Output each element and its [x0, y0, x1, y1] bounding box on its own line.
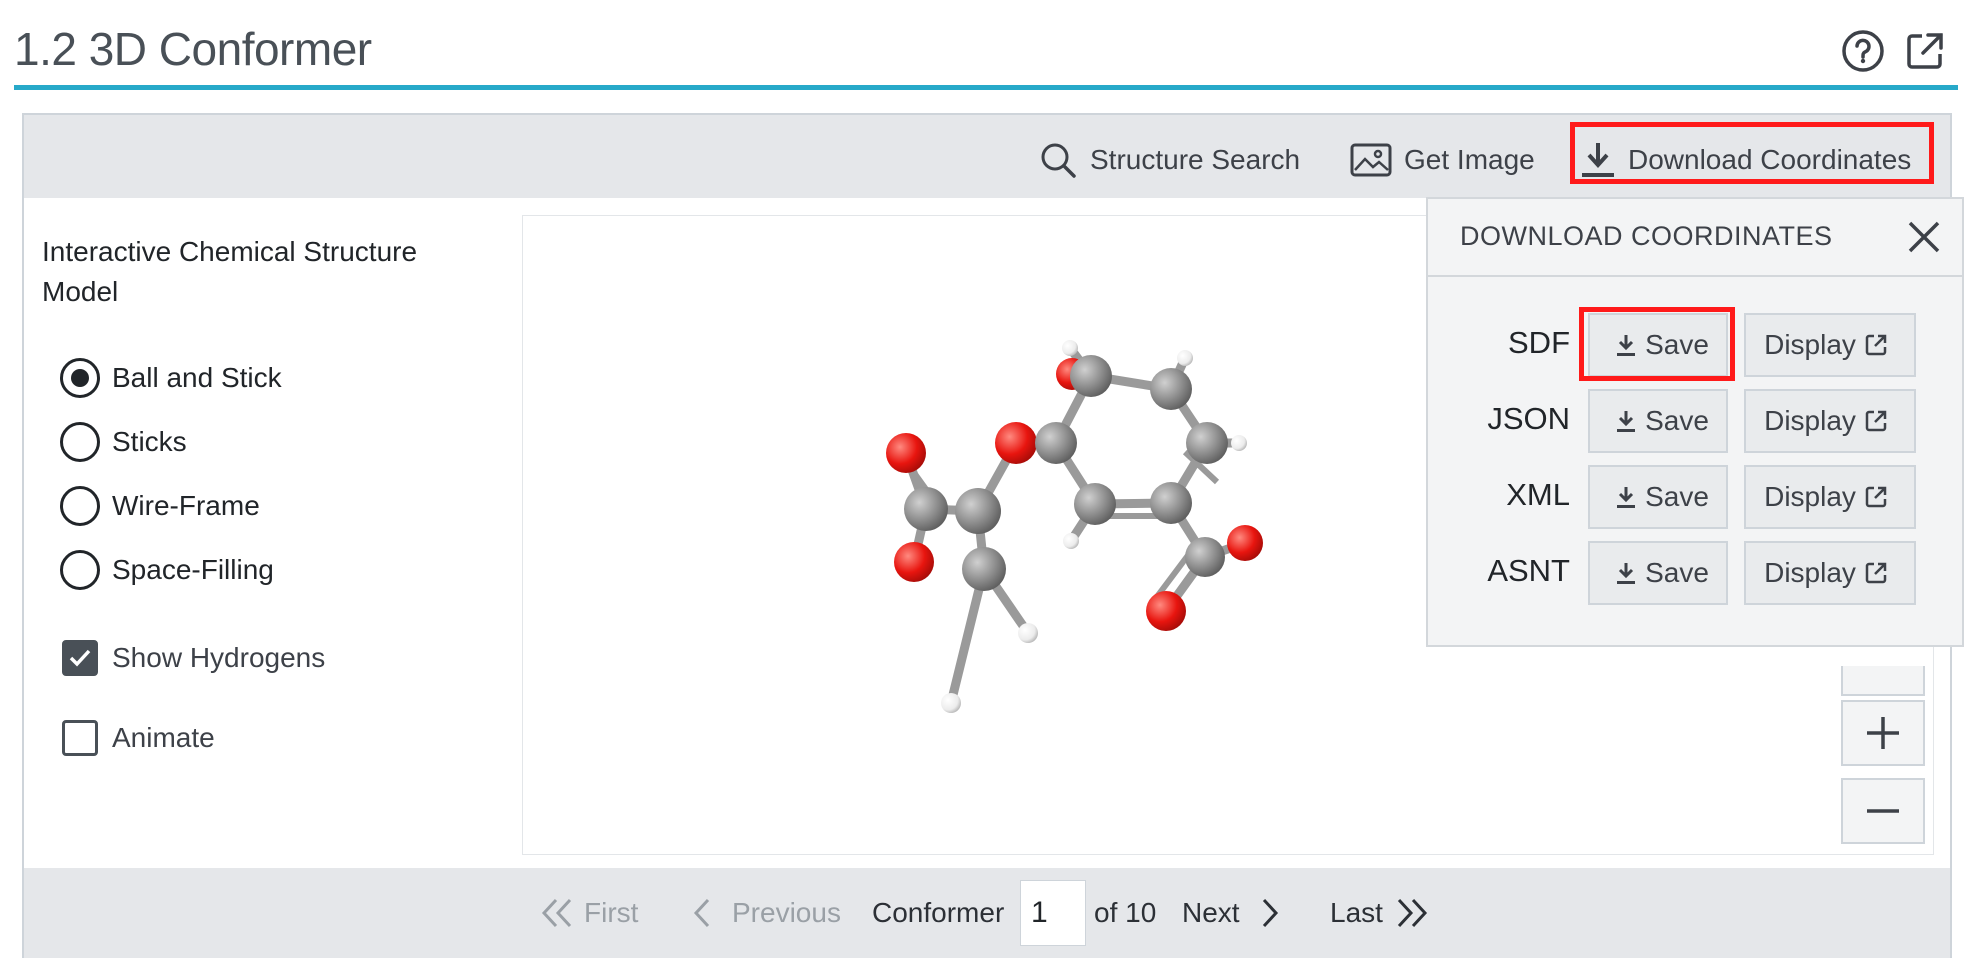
atoms	[886, 340, 1263, 713]
format-label: XML	[1506, 477, 1570, 512]
format-label: SDF	[1508, 325, 1570, 360]
first-label: First	[584, 897, 639, 928]
get-image-label: Get Image	[1404, 144, 1535, 175]
download-icon	[1617, 335, 1636, 356]
radio-wire-frame[interactable]: Wire-Frame	[60, 486, 260, 526]
save-label: Save	[1645, 329, 1709, 360]
double-chevron-right-icon	[1397, 898, 1427, 928]
get-image-button[interactable]: Get Image	[1350, 137, 1535, 183]
radio-space-filling[interactable]: Space-Filling	[60, 550, 274, 590]
search-icon	[1041, 143, 1076, 178]
external-link-icon[interactable]	[1902, 28, 1948, 74]
display-label: Display	[1764, 481, 1856, 512]
display-button[interactable]: Display	[1744, 313, 1916, 377]
previous-button[interactable]: Previous	[690, 868, 841, 958]
checkbox-label: Show Hydrogens	[112, 642, 326, 673]
show-hydrogens-checkbox[interactable]: Show Hydrogens	[62, 638, 325, 678]
radio-label: Wire-Frame	[112, 490, 260, 521]
image-icon	[1350, 143, 1392, 177]
download-icon	[1617, 487, 1636, 508]
format-row-sdf: SDF Save Display	[1428, 313, 1962, 379]
radio-label: Sticks	[112, 426, 187, 457]
radio-button[interactable]	[60, 486, 100, 526]
help-circle-icon[interactable]	[1840, 28, 1886, 74]
checkmark-icon	[69, 649, 91, 667]
conformer-pager: First Previous Conformer 1 of 10 Next La…	[24, 868, 1950, 958]
download-coordinates-button[interactable]: Download Coordinates	[1580, 137, 1911, 183]
download-icon	[1582, 143, 1614, 177]
zoom-out-button[interactable]	[1841, 778, 1925, 844]
format-row-xml: XML Save Display	[1428, 465, 1962, 531]
display-options-panel: Interactive Chemical Structure Model Bal…	[24, 198, 524, 868]
double-chevron-left-icon	[541, 898, 572, 928]
display-label: Display	[1764, 405, 1856, 436]
first-button[interactable]: First	[540, 868, 638, 958]
section-title: 1.2 3D Conformer	[14, 23, 372, 75]
structure-search-button[interactable]: Structure Search	[1038, 137, 1300, 183]
download-coordinates-popup: DOWNLOAD COORDINATES SDF Save Display JS…	[1426, 197, 1964, 647]
conformer-label: Conformer	[872, 897, 1005, 928]
checkbox[interactable]	[62, 720, 98, 756]
bonds	[901, 343, 1250, 708]
double-bonds	[899, 449, 1220, 600]
save-button[interactable]: Save	[1588, 313, 1728, 377]
last-button[interactable]: Last	[1330, 868, 1429, 958]
external-link-icon	[1865, 410, 1887, 432]
external-link-icon	[1865, 486, 1887, 508]
conformer-number-input[interactable]: 1	[1020, 880, 1086, 946]
popup-header: DOWNLOAD COORDINATES	[1428, 199, 1962, 277]
radio-button[interactable]	[60, 422, 100, 462]
format-row-json: JSON Save Display	[1428, 389, 1962, 455]
save-button[interactable]: Save	[1588, 465, 1728, 529]
section-header: 1.2 3D Conformer	[14, 0, 1958, 90]
last-label: Last	[1330, 897, 1383, 928]
chevron-left-icon	[693, 898, 710, 928]
download-icon	[1617, 563, 1636, 584]
save-label: Save	[1645, 405, 1709, 436]
panel-title: Interactive Chemical Structure Model	[42, 236, 418, 307]
radio-sticks[interactable]: Sticks	[60, 422, 187, 462]
chevron-right-icon	[1262, 898, 1278, 928]
plus-icon	[1867, 717, 1899, 749]
minus-icon	[1867, 809, 1899, 813]
viewer-toolbar: Structure Search Get Image Download Coor…	[24, 115, 1950, 198]
radio-label: Ball and Stick	[112, 362, 282, 393]
radio-button[interactable]	[60, 358, 100, 398]
display-button[interactable]: Display	[1744, 465, 1916, 529]
format-label: ASNT	[1487, 553, 1570, 588]
next-button[interactable]: Next	[1182, 868, 1282, 958]
checkbox-label: Animate	[112, 722, 215, 753]
save-label: Save	[1645, 557, 1709, 588]
structure-search-label: Structure Search	[1090, 144, 1301, 175]
format-row-asnt: ASNT Save Display	[1428, 541, 1962, 607]
display-label: Display	[1764, 329, 1856, 360]
save-button[interactable]: Save	[1588, 541, 1728, 605]
display-label: Display	[1764, 557, 1856, 588]
radio-button[interactable]	[60, 550, 100, 590]
close-icon[interactable]	[1906, 219, 1942, 255]
download-icon	[1617, 411, 1636, 432]
save-button[interactable]: Save	[1588, 389, 1728, 453]
checkbox[interactable]	[62, 640, 98, 676]
animate-checkbox[interactable]: Animate	[62, 718, 215, 758]
display-button[interactable]: Display	[1744, 389, 1916, 453]
radio-ball-and-stick[interactable]: Ball and Stick	[60, 358, 282, 398]
download-coordinates-label: Download Coordinates	[1628, 144, 1912, 175]
external-link-icon	[1865, 334, 1887, 356]
save-label: Save	[1645, 481, 1709, 512]
next-label: Next	[1182, 897, 1240, 928]
display-button[interactable]: Display	[1744, 541, 1916, 605]
external-link-icon	[1865, 562, 1887, 584]
conformer-total: of 10	[1094, 897, 1157, 928]
format-label: JSON	[1487, 401, 1570, 436]
popup-title: DOWNLOAD COORDINATES	[1460, 221, 1833, 251]
zoom-in-button[interactable]	[1841, 700, 1925, 766]
reset-view-button[interactable]	[1841, 666, 1925, 696]
radio-label: Space-Filling	[112, 554, 274, 585]
previous-label: Previous	[732, 897, 841, 928]
